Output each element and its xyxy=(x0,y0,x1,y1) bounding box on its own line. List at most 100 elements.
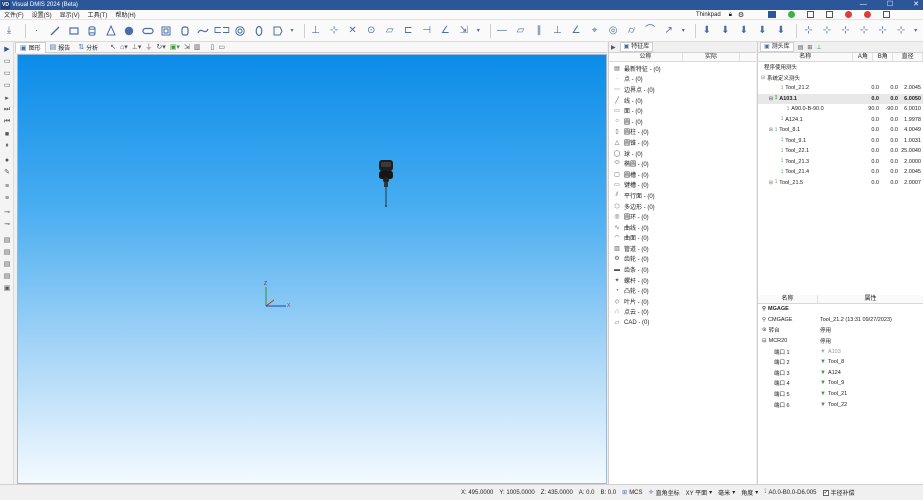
probe-row[interactable]: ⟟ Tool_22.1 0.0 0.0 25.0040 xyxy=(758,146,923,157)
probe-row[interactable]: ⟟ Tool_21.4 0.0 0.0 2.0045 xyxy=(758,167,923,178)
polygon-tool-icon[interactable] xyxy=(271,24,285,38)
feature-item[interactable]: ▤ 最新特征 - (0) xyxy=(609,63,756,74)
unit-selector[interactable]: 毫米 ▾ xyxy=(718,488,735,497)
feature-item[interactable]: ✦ 螺杆 - (0) xyxy=(609,275,756,286)
new-file-icon[interactable]: ▭ xyxy=(2,57,12,65)
feature-item[interactable]: · 点 - (0) xyxy=(609,74,756,85)
probe-config-icon[interactable]: ⊞ xyxy=(807,44,812,51)
construct-line-icon[interactable]: ⊹ xyxy=(327,24,341,38)
curve-tool-icon[interactable] xyxy=(196,24,210,38)
property-row[interactable]: 端口 1 ▼ A103 xyxy=(758,346,923,357)
tolerance-angularity-icon[interactable]: ∠ xyxy=(569,24,583,38)
probe-row[interactable]: ⟟ Tool_21.3 0.0 0.0 2.0000 xyxy=(758,157,923,168)
probe-row[interactable]: ⟟ Tool_21.2 0.0 0.0 2.0045 xyxy=(758,83,923,94)
home-view-icon[interactable]: ⌂▾ xyxy=(120,43,128,51)
construct-slot-icon[interactable]: ⊏ xyxy=(401,24,415,38)
feature-item[interactable]: ∿ 曲线 - (0) xyxy=(609,222,756,233)
feature-item[interactable]: ◯ 球 - (0) xyxy=(609,148,756,159)
table-icon[interactable]: ▤ xyxy=(2,236,12,244)
point-tool-icon[interactable]: · xyxy=(30,24,44,38)
menu-file[interactable]: 文件(F) xyxy=(0,10,28,19)
dropdown-arrow-icon[interactable]: ▾ xyxy=(475,24,481,38)
parallel-slot-tool-icon[interactable]: ⊏⊐ xyxy=(213,24,230,38)
step-icon[interactable]: ⏭ xyxy=(2,106,12,114)
plane-tool-icon[interactable] xyxy=(67,24,81,38)
collapse-icon[interactable]: ⊟ xyxy=(760,75,766,81)
construct-offset-icon[interactable]: ⇲ xyxy=(457,24,471,38)
alignment-icon[interactable]: ⊹ xyxy=(857,24,871,38)
expand-icon[interactable]: ⊞ xyxy=(768,127,774,133)
window-icon-1[interactable] xyxy=(807,11,814,18)
feature-item[interactable]: ∴ 点云 - (0) xyxy=(609,307,756,318)
tolerance-concentric-icon[interactable]: ◎ xyxy=(606,24,620,38)
probe-group-system[interactable]: ⊟ 系统定义测头 xyxy=(758,73,923,84)
probe-tool-icon[interactable]: ⬇ xyxy=(700,24,714,38)
construct-angle-icon[interactable]: ∠ xyxy=(438,24,452,38)
probe-view-icon[interactable]: ⏚ xyxy=(145,42,152,52)
feature-item[interactable]: ▢ 圆槽 - (0) xyxy=(609,169,756,180)
menu-help[interactable]: 帮助(H) xyxy=(111,10,139,19)
minimize-button[interactable]: — xyxy=(860,0,867,10)
torus-tool-icon[interactable] xyxy=(233,24,247,38)
select-cursor-icon[interactable]: ↖ xyxy=(110,43,116,51)
view-axis-icon[interactable]: ⊥▾ xyxy=(132,43,142,51)
tolerance-flatness-icon[interactable]: ▱ xyxy=(513,24,527,38)
tab-analysis[interactable]: ⇅ 分析 xyxy=(74,42,102,53)
window-icon-2[interactable] xyxy=(826,11,833,18)
slot-tool-icon[interactable] xyxy=(141,24,155,38)
expand-icon[interactable]: ⊞ xyxy=(768,180,774,186)
mcs-selector[interactable]: ⊞ MCS xyxy=(622,489,642,497)
play-icon[interactable]: ▸ xyxy=(2,94,12,102)
probe-selector[interactable]: ⟟ A0.0-B0.0-D6.005 xyxy=(764,489,816,496)
feature-item[interactable]: △ 圆锥 - (0) xyxy=(609,137,756,148)
close-button[interactable]: ✕ xyxy=(913,0,919,10)
table-icon[interactable]: ▣ xyxy=(2,284,12,292)
feature-item[interactable]: ▯ 圆柱 - (0) xyxy=(609,127,756,138)
col-prop-value[interactable]: 属性 xyxy=(818,295,923,303)
open-file-icon[interactable]: ▭ xyxy=(2,69,12,77)
record-red-icon[interactable] xyxy=(845,11,852,18)
probe-axis-icon[interactable]: ⊥ xyxy=(816,44,821,51)
cylinder-tool-icon[interactable] xyxy=(85,24,99,38)
probe-tool-icon[interactable]: ⬇ xyxy=(718,24,732,38)
feature-item[interactable]: ◠ 曲面 - (0) xyxy=(609,233,756,244)
collapse-icon[interactable]: ⊟ xyxy=(768,96,774,102)
feature-item[interactable]: ◔ 凸轮 - (0) xyxy=(609,285,756,296)
feature-item[interactable]: ⫽ 平行面 - (0) xyxy=(609,190,756,201)
feature-item[interactable]: ▬ 齿条 - (0) xyxy=(609,264,756,275)
probe-row[interactable]: ⟟ A124.1 0.0 0.0 1.9978 xyxy=(758,115,923,126)
probe-tool-icon[interactable]: ⬇ xyxy=(737,24,751,38)
ellipse-tool-icon[interactable] xyxy=(252,24,266,38)
tolerance-perpendicular-icon[interactable]: ⊥ xyxy=(551,24,565,38)
property-row[interactable]: 端口 5 ▼ Tool_21 xyxy=(758,389,923,400)
construct-point-icon[interactable]: ⊥ xyxy=(309,24,323,38)
property-row[interactable]: 端口 2 ▼ Tool_8 xyxy=(758,357,923,368)
angle-selector[interactable]: 角度 ▾ xyxy=(741,488,758,497)
feature-item[interactable]: ⋯ 边界点 - (0) xyxy=(609,84,756,95)
menu-settings[interactable]: 设置(S) xyxy=(28,10,56,19)
feature-item[interactable]: ▭ 面 - (0) xyxy=(609,105,756,116)
cylinder-solid-tool-icon[interactable] xyxy=(178,24,192,38)
probe-row[interactable]: ⊞ ⟟ Tool_8.1 0.0 0.0 4.0049 xyxy=(758,125,923,136)
plane-selector[interactable]: XY 平面 ▾ xyxy=(686,488,713,497)
property-row[interactable]: 端口 6 ▼ Tool_22 xyxy=(758,399,923,410)
probe-row[interactable]: ⟟ Tool_9.1 0.0 0.0 1.0031 xyxy=(758,136,923,147)
alignment-icon[interactable]: ⊹ xyxy=(839,24,853,38)
probe-row[interactable]: ⊟ ⟟ A103.1 0.0 0.0 6.0050 xyxy=(758,93,923,104)
alignment-icon[interactable]: ⊹ xyxy=(820,24,834,38)
dropdown-arrow-icon[interactable]: ▾ xyxy=(680,24,686,38)
dropdown-arrow-icon[interactable]: ▾ xyxy=(289,24,295,38)
step-back-icon[interactable]: ⏮ xyxy=(2,118,12,126)
pause-icon[interactable]: ⏸ xyxy=(2,142,12,150)
construct-circle-icon[interactable]: ⊙ xyxy=(364,24,378,38)
panel-arrow-icon[interactable]: ▶ xyxy=(611,44,616,51)
feature-item[interactable]: ⬭ 椭圆 - (0) xyxy=(609,158,756,169)
gear-icon[interactable]: ⚙ xyxy=(738,11,744,19)
tolerance-straightness-icon[interactable]: — xyxy=(495,24,509,38)
tab-probe-library[interactable]: ▣ 测头库 xyxy=(760,42,794,52)
graphics-viewport[interactable]: Z X xyxy=(17,54,607,484)
single-view-icon[interactable]: ▭ xyxy=(218,43,225,51)
monitor-icon[interactable] xyxy=(768,11,776,18)
record-icon[interactable]: ● xyxy=(2,156,12,164)
alignment-icon[interactable]: ⊹ xyxy=(876,24,890,38)
